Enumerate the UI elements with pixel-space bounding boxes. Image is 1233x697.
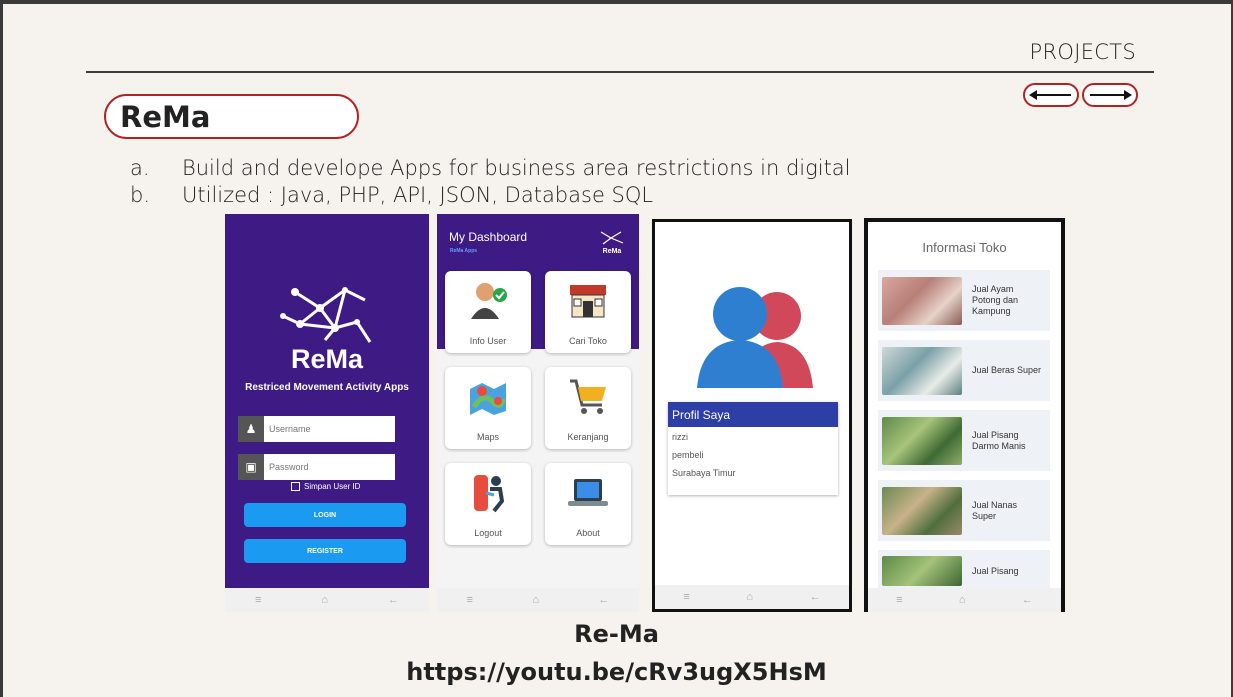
card-maps[interactable]: Maps: [445, 367, 531, 449]
card-label: Logout: [474, 528, 502, 538]
shop-label: Jual Nanas Super: [972, 499, 1018, 521]
shop-list-screenshot: Informasi Toko Jual Ayam Potong dan Kamp…: [864, 218, 1065, 612]
shop-image: [882, 486, 962, 535]
card-label: Keranjang: [567, 432, 609, 442]
home-icon[interactable]: ⌂: [746, 591, 753, 603]
bullet-text: Build and develope Apps for business are…: [182, 156, 851, 180]
menu-icon[interactable]: ≡: [467, 594, 473, 606]
register-button[interactable]: REGISTER: [244, 539, 406, 563]
bullet-marker: b.: [130, 183, 151, 207]
card-about[interactable]: About: [545, 463, 631, 545]
android-navbar: ≡ ⌂ ←: [437, 588, 639, 612]
card-label: Cari Toko: [569, 336, 607, 346]
store-icon: [570, 285, 606, 318]
remember-checkbox[interactable]: Simpan User ID: [291, 482, 360, 491]
prev-slide-button[interactable]: [1023, 83, 1079, 107]
android-navbar: ≡ ⌂ ←: [225, 588, 429, 612]
profile-avatar-icon: [697, 287, 813, 388]
laptop-icon: [568, 479, 608, 506]
back-icon[interactable]: ←: [1022, 594, 1033, 606]
profile-header: Profil Saya: [668, 402, 838, 427]
login-brand: ReMa: [290, 344, 364, 374]
dashboard-logo: ReMa: [597, 230, 627, 255]
rema-logo-icon: [600, 231, 624, 245]
user-info-icon: [471, 283, 507, 319]
shop-item[interactable]: Jual Pisang: [878, 550, 1050, 592]
dashboard-screenshot: My Dashboard ReMa Apps ReMa Info User Ca…: [437, 214, 639, 612]
cart-icon: [570, 379, 606, 414]
project-title: ReMa: [120, 99, 211, 134]
shop-image: [882, 346, 962, 395]
dashboard-logo-text: ReMa: [602, 248, 622, 255]
login-button[interactable]: LOGIN: [244, 503, 406, 527]
card-keranjang[interactable]: Keranjang: [545, 367, 631, 449]
video-link[interactable]: https://youtu.be/cRv3ugX5HsM: [0, 658, 1233, 686]
menu-icon[interactable]: ≡: [896, 594, 902, 606]
password-field: ▣: [238, 454, 395, 480]
card-label: About: [576, 528, 600, 538]
shop-label: Jual Pisang: [972, 565, 1019, 576]
profile-card: Profil Saya rizzi pembeli Surabaya Timur: [668, 402, 838, 495]
shop-image: [882, 556, 962, 586]
user-icon: ♟: [238, 416, 264, 442]
login-subtitle: Restriced Movement Activity Apps: [245, 382, 409, 393]
profile-name: rizzi: [672, 432, 688, 442]
shop-label: Jual Beras Super: [972, 365, 1042, 375]
bullet-item: a. Build and develope Apps for business a…: [130, 155, 851, 182]
shop-list-title: Informasi Toko: [922, 240, 1007, 255]
remember-label: Simpan User ID: [304, 482, 361, 491]
rema-logo-icon: [280, 287, 372, 343]
card-cari-toko[interactable]: Cari Toko: [545, 271, 631, 353]
menu-icon[interactable]: ≡: [683, 591, 689, 603]
home-icon[interactable]: ⌂: [321, 594, 328, 606]
menu-icon[interactable]: ≡: [255, 594, 261, 606]
arrow-left-icon: [1029, 90, 1071, 100]
shop-item[interactable]: Jual Ayam Potong dan Kampung: [878, 270, 1050, 331]
card-label: Info User: [469, 336, 507, 346]
shop-label: Jual Pisang Darmo Manis: [972, 429, 1026, 451]
username-field: ♟: [238, 416, 395, 442]
dashboard-subtitle: ReMa Apps: [450, 248, 478, 254]
dashboard-title: My Dashboard: [449, 230, 528, 244]
section-label: PROJECTS: [1029, 40, 1136, 64]
shop-image: [882, 416, 962, 465]
android-navbar: ≡ ⌂ ←: [655, 585, 849, 609]
shop-item[interactable]: Jual Beras Super: [878, 340, 1050, 401]
profile-role: pembeli: [672, 450, 704, 460]
back-icon[interactable]: ←: [810, 591, 821, 603]
card-info-user[interactable]: Info User: [445, 271, 531, 353]
lock-icon: ▣: [238, 454, 264, 480]
slide-navigation: [1023, 83, 1138, 107]
project-title-pill: ReMa: [104, 94, 359, 139]
home-icon[interactable]: ⌂: [959, 594, 966, 606]
android-navbar: ≡ ⌂ ←: [868, 588, 1061, 612]
bullet-item: b. Utilized : Java, PHP, API, JSON, Datab…: [130, 182, 851, 209]
map-icon: [470, 383, 507, 415]
password-input[interactable]: [264, 454, 395, 480]
card-label: Maps: [476, 432, 499, 442]
profile-location: Surabaya Timur: [672, 468, 736, 478]
project-bullets: a. Build and develope Apps for business a…: [130, 155, 851, 209]
logout-icon: [474, 475, 505, 513]
header-divider: [86, 71, 1154, 73]
home-icon[interactable]: ⌂: [532, 594, 539, 606]
back-icon[interactable]: ←: [598, 594, 609, 606]
bullet-text: Utilized : Java, PHP, API, JSON, Databas…: [182, 183, 654, 207]
back-icon[interactable]: ←: [388, 594, 399, 606]
arrow-right-icon: [1090, 90, 1132, 100]
shop-item[interactable]: Jual Pisang Darmo Manis: [878, 410, 1050, 471]
caption-title: Re-Ma: [574, 620, 659, 648]
username-input[interactable]: [264, 416, 395, 442]
shop-image: [882, 276, 962, 325]
profile-screenshot: Profil Saya rizzi pembeli Surabaya Timur…: [652, 219, 852, 612]
shop-item[interactable]: Jual Nanas Super: [878, 480, 1050, 541]
login-screenshot: ReMa Restriced Movement Activity Apps ♟ …: [225, 214, 429, 612]
bullet-marker: a.: [130, 156, 150, 180]
next-slide-button[interactable]: [1082, 83, 1138, 107]
shop-label: Jual Ayam Potong dan Kampung: [972, 284, 1019, 316]
checkbox-box: [291, 482, 300, 491]
card-logout[interactable]: Logout: [445, 463, 531, 545]
